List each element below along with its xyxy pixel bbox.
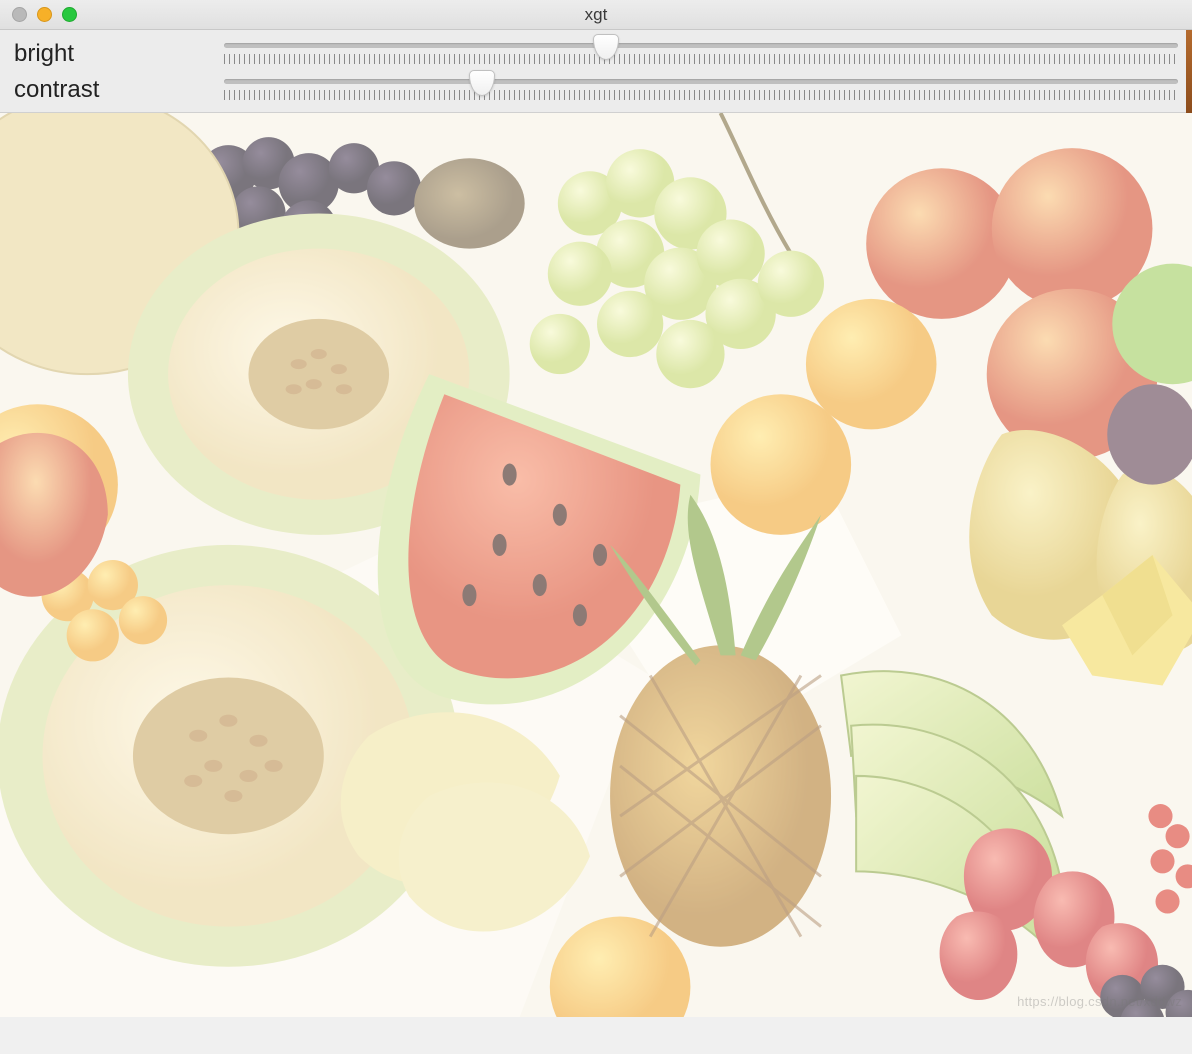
window-title: xgt [0,5,1192,25]
close-window-icon[interactable] [12,7,27,22]
controls-panel: bright contrast [0,30,1192,113]
bright-slider-ticks [224,54,1178,64]
bright-slider[interactable] [224,40,1178,64]
bright-slider-track[interactable] [224,43,1178,48]
window-titlebar: xgt [0,0,1192,30]
contrast-slider-ticks [224,90,1178,100]
maximize-window-icon[interactable] [62,7,77,22]
contrast-label: contrast [14,76,224,104]
bright-label: bright [14,40,224,68]
bright-control-row: bright [14,40,1178,68]
fruit-image [0,113,1192,1017]
traffic-lights [0,7,77,22]
contrast-control-row: contrast [14,76,1178,104]
image-display-area: https://blog.csdn.net/xddwz [0,113,1192,1017]
contrast-slider[interactable] [224,76,1178,100]
minimize-window-icon[interactable] [37,7,52,22]
contrast-slider-track[interactable] [224,79,1178,84]
